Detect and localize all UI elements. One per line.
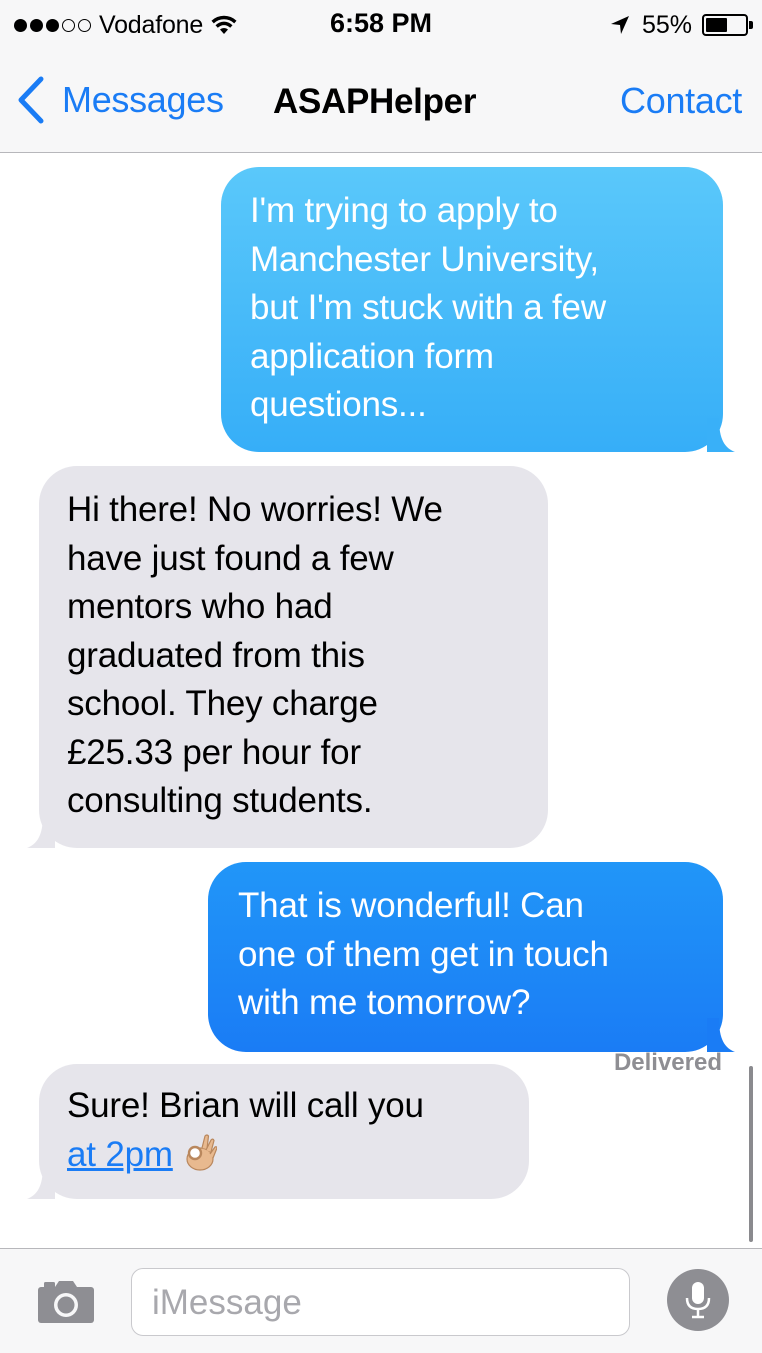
message-line: I'm trying to apply to bbox=[250, 191, 558, 230]
status-bar: Vodafone 6:58 PM 55% bbox=[0, 0, 762, 50]
microphone-icon bbox=[685, 1282, 711, 1319]
message-line: but I'm stuck with a few bbox=[250, 288, 606, 327]
message-line: application form bbox=[250, 336, 494, 376]
message-sent[interactable]: I'm trying to apply to Manchester Univer… bbox=[221, 167, 735, 452]
chevron-left-icon bbox=[18, 76, 44, 124]
battery-icon bbox=[702, 14, 753, 36]
message-input[interactable]: iMessage bbox=[131, 1268, 630, 1336]
message-received[interactable]: Sure! Brian will call you at 2pm bbox=[27, 1064, 529, 1199]
camera-icon[interactable] bbox=[36, 1279, 96, 1325]
message-received[interactable]: Hi there! No worries! We have just found… bbox=[27, 466, 548, 848]
bubble-tail bbox=[707, 417, 735, 452]
back-button[interactable]: Messages bbox=[16, 76, 224, 124]
scroll-indicator[interactable] bbox=[749, 1066, 753, 1242]
back-button-label: Messages bbox=[62, 79, 224, 120]
ok-hand-emoji bbox=[186, 1133, 217, 1171]
conversation-title: ASAPHelper bbox=[273, 82, 477, 121]
message-line: one of them get in touch bbox=[238, 934, 609, 974]
battery-percent: 55% bbox=[641, 10, 692, 39]
message-line: graduated from this bbox=[67, 635, 365, 675]
status-right: 55% bbox=[610, 9, 753, 41]
location-arrow-icon bbox=[610, 16, 629, 34]
message-line: Hi there! No worries! We bbox=[67, 490, 443, 529]
message-sent[interactable]: That is wonderful! Can one of them get i… bbox=[208, 862, 735, 1052]
message-line: consulting students. bbox=[67, 781, 373, 820]
time-link[interactable]: at 2pm bbox=[67, 1135, 173, 1174]
navigation-bar: Messages ASAPHelper Contact bbox=[0, 50, 762, 153]
bubble-tail bbox=[707, 1017, 735, 1052]
delivered-status: Delivered bbox=[613, 1049, 722, 1076]
message-line: mentors who had bbox=[67, 587, 333, 626]
microphone-button[interactable] bbox=[667, 1269, 729, 1331]
message-line: £25.33 per hour for bbox=[67, 732, 361, 772]
message-line: school. They charge bbox=[67, 684, 378, 723]
message-line: Sure! Brian will call you bbox=[67, 1086, 424, 1125]
message-line: have just found a few bbox=[67, 538, 394, 578]
message-line: with me tomorrow? bbox=[238, 983, 531, 1022]
bubble-tail bbox=[27, 1165, 55, 1199]
battery-fill bbox=[706, 18, 727, 32]
bubble-tail bbox=[27, 813, 55, 848]
message-line: Manchester University, bbox=[250, 239, 599, 279]
message-input-bar: iMessage bbox=[0, 1248, 762, 1353]
message-line: at 2pm bbox=[67, 1131, 501, 1180]
message-line: questions... bbox=[250, 385, 427, 424]
contact-button[interactable]: Contact bbox=[620, 80, 742, 122]
message-line: That is wonderful! Can bbox=[238, 886, 584, 925]
